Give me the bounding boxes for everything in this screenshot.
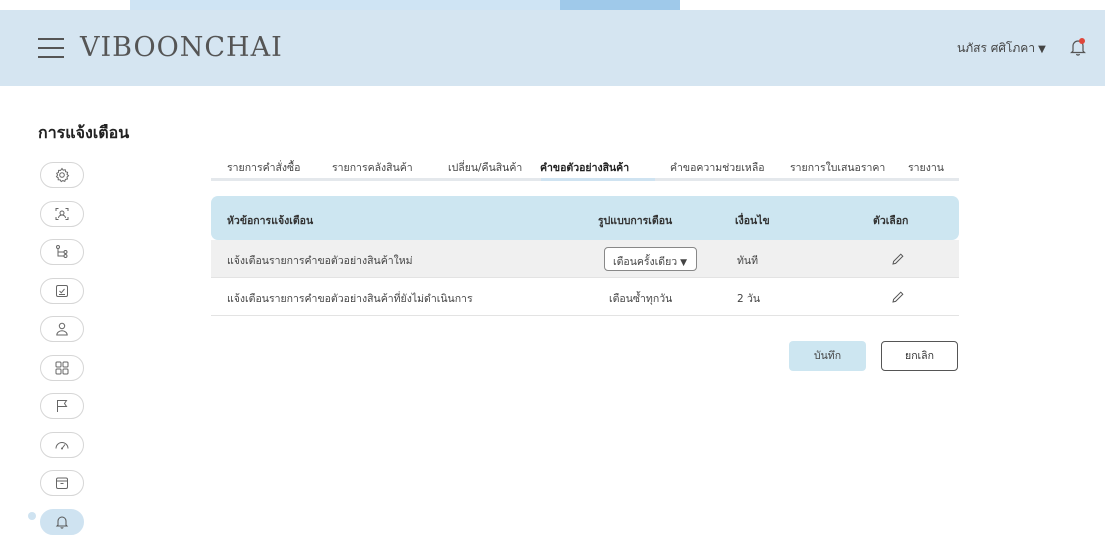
gauge-icon — [55, 441, 69, 449]
settings-nav-button[interactable] — [40, 162, 84, 188]
report-flag-nav-button[interactable] — [40, 393, 84, 419]
hamburger-menu-icon[interactable] — [38, 38, 64, 58]
user-scan-icon — [55, 207, 69, 220]
tab-returns[interactable]: เปลี่ยน/คืนสินค้า — [448, 159, 522, 176]
bell-icon — [55, 516, 69, 529]
performance-nav-button[interactable] — [40, 431, 84, 458]
gear-icon — [55, 167, 70, 183]
flow-icon — [56, 245, 68, 258]
profile-nav-button[interactable] — [40, 316, 84, 342]
column-header-mode: รูปแบบการเตือน — [598, 215, 673, 227]
active-tab-underline — [541, 178, 655, 181]
flow-nav-button[interactable] — [40, 239, 84, 265]
tab-help-requests[interactable]: คำขอความช่วยเหลือ — [670, 159, 765, 176]
notification-condition: 2 วัน — [737, 293, 761, 305]
brand-logo: VIBOONCHAI — [80, 32, 283, 63]
cancel-button[interactable]: ยกเลิก — [881, 341, 958, 371]
top-decoration-right — [560, 0, 680, 10]
notification-condition: ทันที — [737, 255, 759, 267]
edit-pencil-icon[interactable] — [891, 252, 905, 266]
top-decorative-strip — [0, 0, 1105, 10]
notification-topic: แจ้งเตือนรายการคำขอตัวอย่างสินค้าใหม่ — [227, 255, 413, 267]
tab-purchase-orders[interactable]: รายการคำสั่งซื้อ — [227, 159, 300, 176]
reminder-mode-select[interactable]: เตือนครั้งเดียว ▼ — [604, 247, 697, 271]
user-scan-nav-button[interactable] — [40, 200, 84, 227]
notification-table: หัวข้อการแจ้งเตือน รูปแบบการเตือน เงื่อน… — [211, 196, 959, 316]
checkbox-icon — [56, 284, 68, 297]
dashboard-nav-button[interactable] — [40, 354, 84, 381]
tab-reports[interactable]: รายงาน — [908, 159, 944, 176]
user-name: นภัสร ศศิโภคา — [957, 41, 1036, 55]
top-decoration-left — [130, 0, 570, 10]
active-indicator-dot — [28, 512, 36, 520]
tab-bar: รายการคำสั่งซื้อ รายการคลังสินค้า เปลี่ย… — [211, 157, 959, 181]
edit-pencil-icon[interactable] — [891, 290, 905, 304]
column-header-options: ตัวเลือก — [873, 215, 909, 227]
notification-bell-icon[interactable] — [1068, 37, 1088, 57]
save-button[interactable]: บันทึก — [789, 341, 866, 371]
chevron-down-icon: ▼ — [680, 258, 688, 268]
box-icon — [56, 477, 68, 489]
page-title: การแจ้งเตือน — [38, 123, 130, 142]
reminder-mode-value: เตือนซ้ำทุกวัน — [609, 293, 673, 305]
column-header-topic: หัวข้อการแจ้งเตือน — [227, 215, 314, 227]
chevron-down-icon: ▼ — [1038, 44, 1046, 55]
notification-topic: แจ้งเตือนรายการคำขอตัวอย่างสินค้าที่ยังไ… — [227, 293, 473, 305]
app-header: VIBOONCHAI นภัสร ศศิโภคา ▼ — [0, 10, 1105, 86]
reminder-mode-value: เตือนครั้งเดียว — [613, 256, 678, 268]
user-menu[interactable]: นภัสร ศศิโภคา ▼ — [957, 39, 1046, 58]
table-header: หัวข้อการแจ้งเตือน รูปแบบการเตือน เงื่อน… — [211, 196, 959, 240]
flag-icon — [57, 400, 68, 412]
person-icon — [56, 322, 68, 336]
tab-quotations[interactable]: รายการใบเสนอราคา — [790, 159, 885, 176]
notifications-nav-button[interactable] — [40, 508, 84, 535]
side-rail — [40, 162, 86, 547]
table-row: แจ้งเตือนรายการคำขอตัวอย่างสินค้าใหม่ เต… — [211, 240, 959, 278]
checklist-nav-button[interactable] — [40, 277, 84, 304]
table-row: แจ้งเตือนรายการคำขอตัวอย่างสินค้าที่ยังไ… — [211, 278, 959, 316]
tab-sample-requests[interactable]: คำขอตัวอย่างสินค้า — [540, 159, 629, 176]
column-header-condition: เงื่อนไข — [735, 215, 770, 227]
tab-inventory[interactable]: รายการคลังสินค้า — [332, 159, 413, 176]
inventory-nav-button[interactable] — [40, 470, 84, 496]
notification-dot — [1079, 38, 1085, 44]
grid-icon — [55, 361, 69, 374]
